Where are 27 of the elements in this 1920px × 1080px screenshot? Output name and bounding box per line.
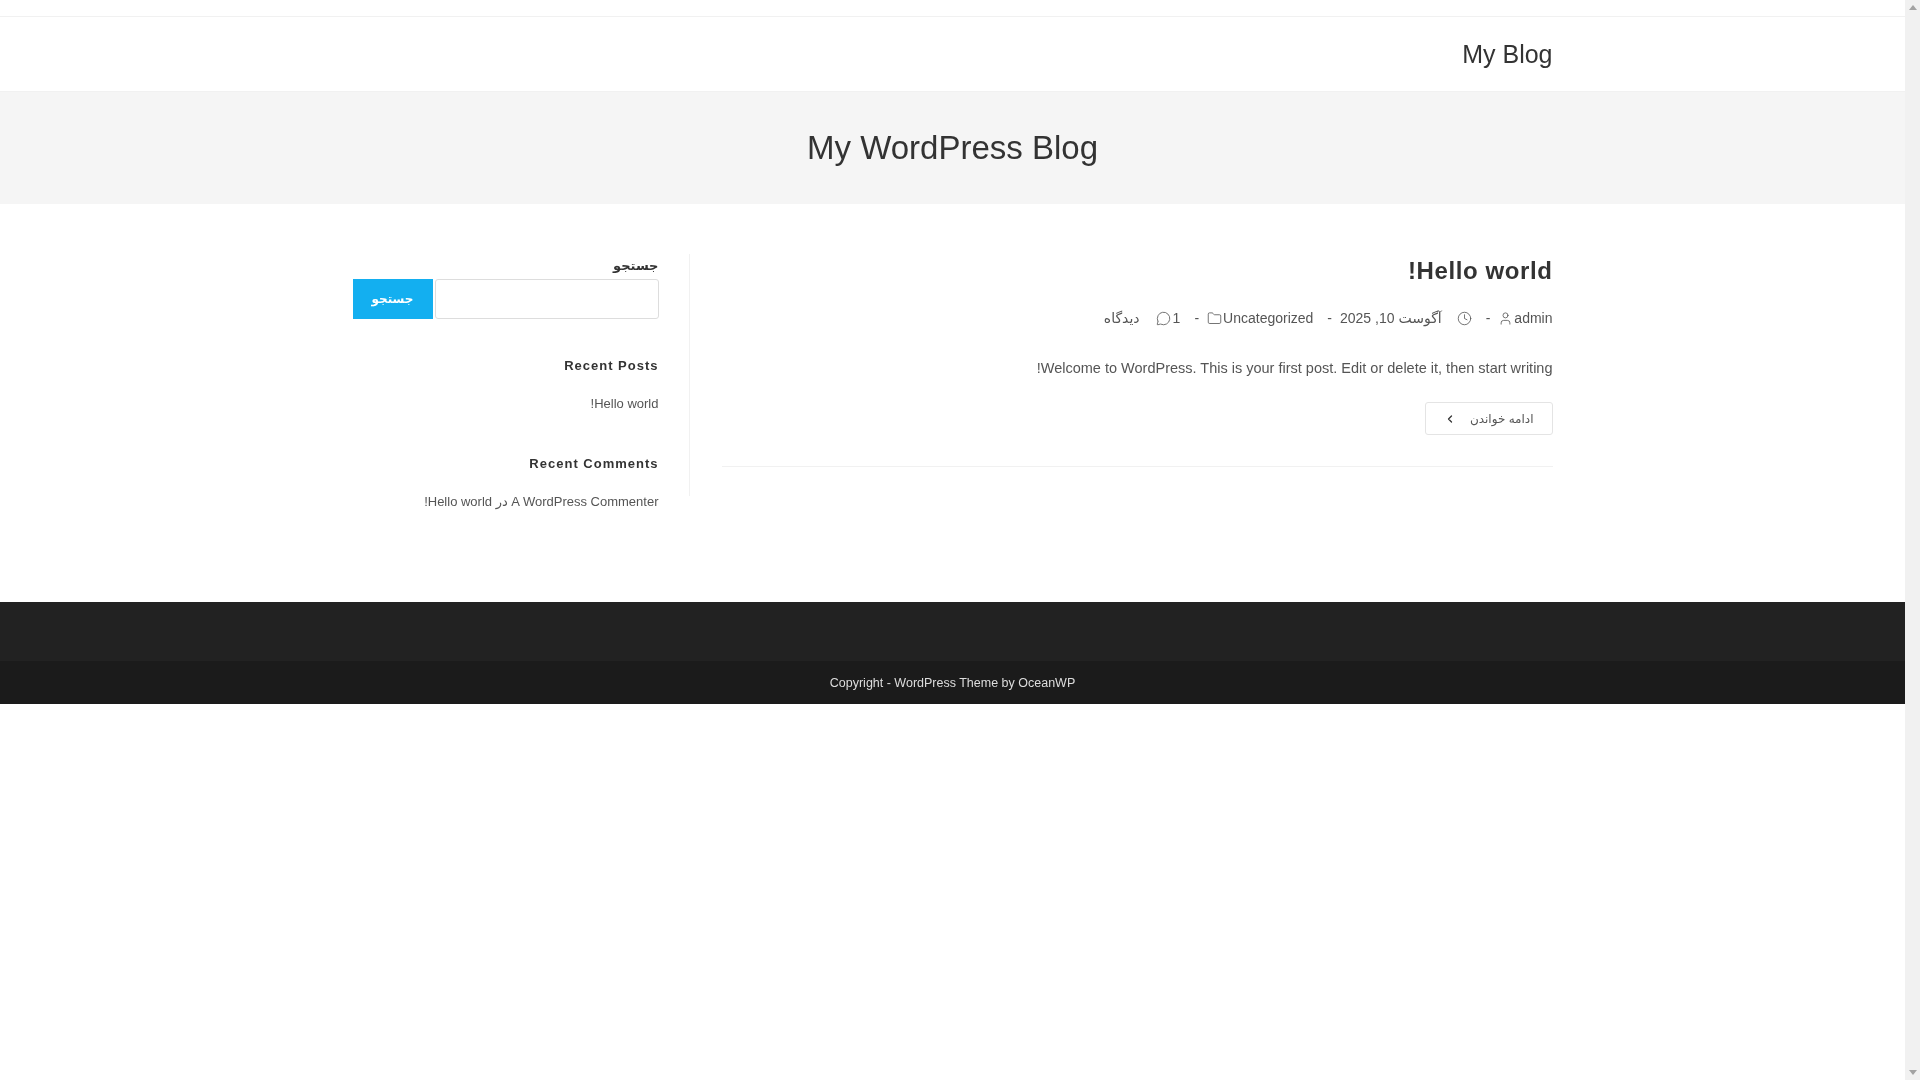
copyright-text: Copyright - WordPress Theme by OceanWP [829, 674, 1076, 692]
sidebar-link[interactable]: Hello world! [590, 396, 659, 411]
clock-icon [1456, 310, 1472, 326]
post-date: آگوست 10, 2025 [1340, 309, 1442, 328]
widget-title: Recent Comments [528, 455, 659, 473]
read-more-button[interactable]: ادامه خواندن [1424, 402, 1553, 435]
comments-label[interactable]: دیدگاه [1103, 308, 1140, 328]
up-arrow-icon[interactable] [1908, 5, 1917, 10]
post-title[interactable]: Hello world! [721, 254, 1553, 288]
search-field[interactable] [434, 279, 659, 319]
meta-separator: - [1485, 309, 1491, 328]
post-excerpt: Welcome to WordPress. This is your first post. Edit or delete it, then start writing! [1035, 359, 1553, 378]
comments-count[interactable]: 1 [1172, 308, 1181, 328]
speech-bubble-icon [1155, 310, 1171, 326]
user-icon [1498, 310, 1514, 326]
down-arrow-icon[interactable] [1908, 1070, 1917, 1075]
widget-title: Recent Posts [563, 357, 659, 375]
category-link[interactable]: Uncategorized [1223, 308, 1314, 328]
sidebar-link[interactable]: A WordPress Commenter در Hello world! [424, 494, 659, 509]
site-title[interactable]: My Blog [1462, 37, 1553, 71]
meta-separator: - [1194, 309, 1200, 328]
page-title: My WordPress Blog [807, 128, 1098, 168]
meta-separator: - [1327, 309, 1332, 328]
author-link[interactable]: admin [1514, 308, 1553, 328]
search-label: جستجو [611, 257, 659, 275]
scrollbar[interactable] [1905, 0, 1920, 1080]
folder-icon [1207, 310, 1223, 326]
